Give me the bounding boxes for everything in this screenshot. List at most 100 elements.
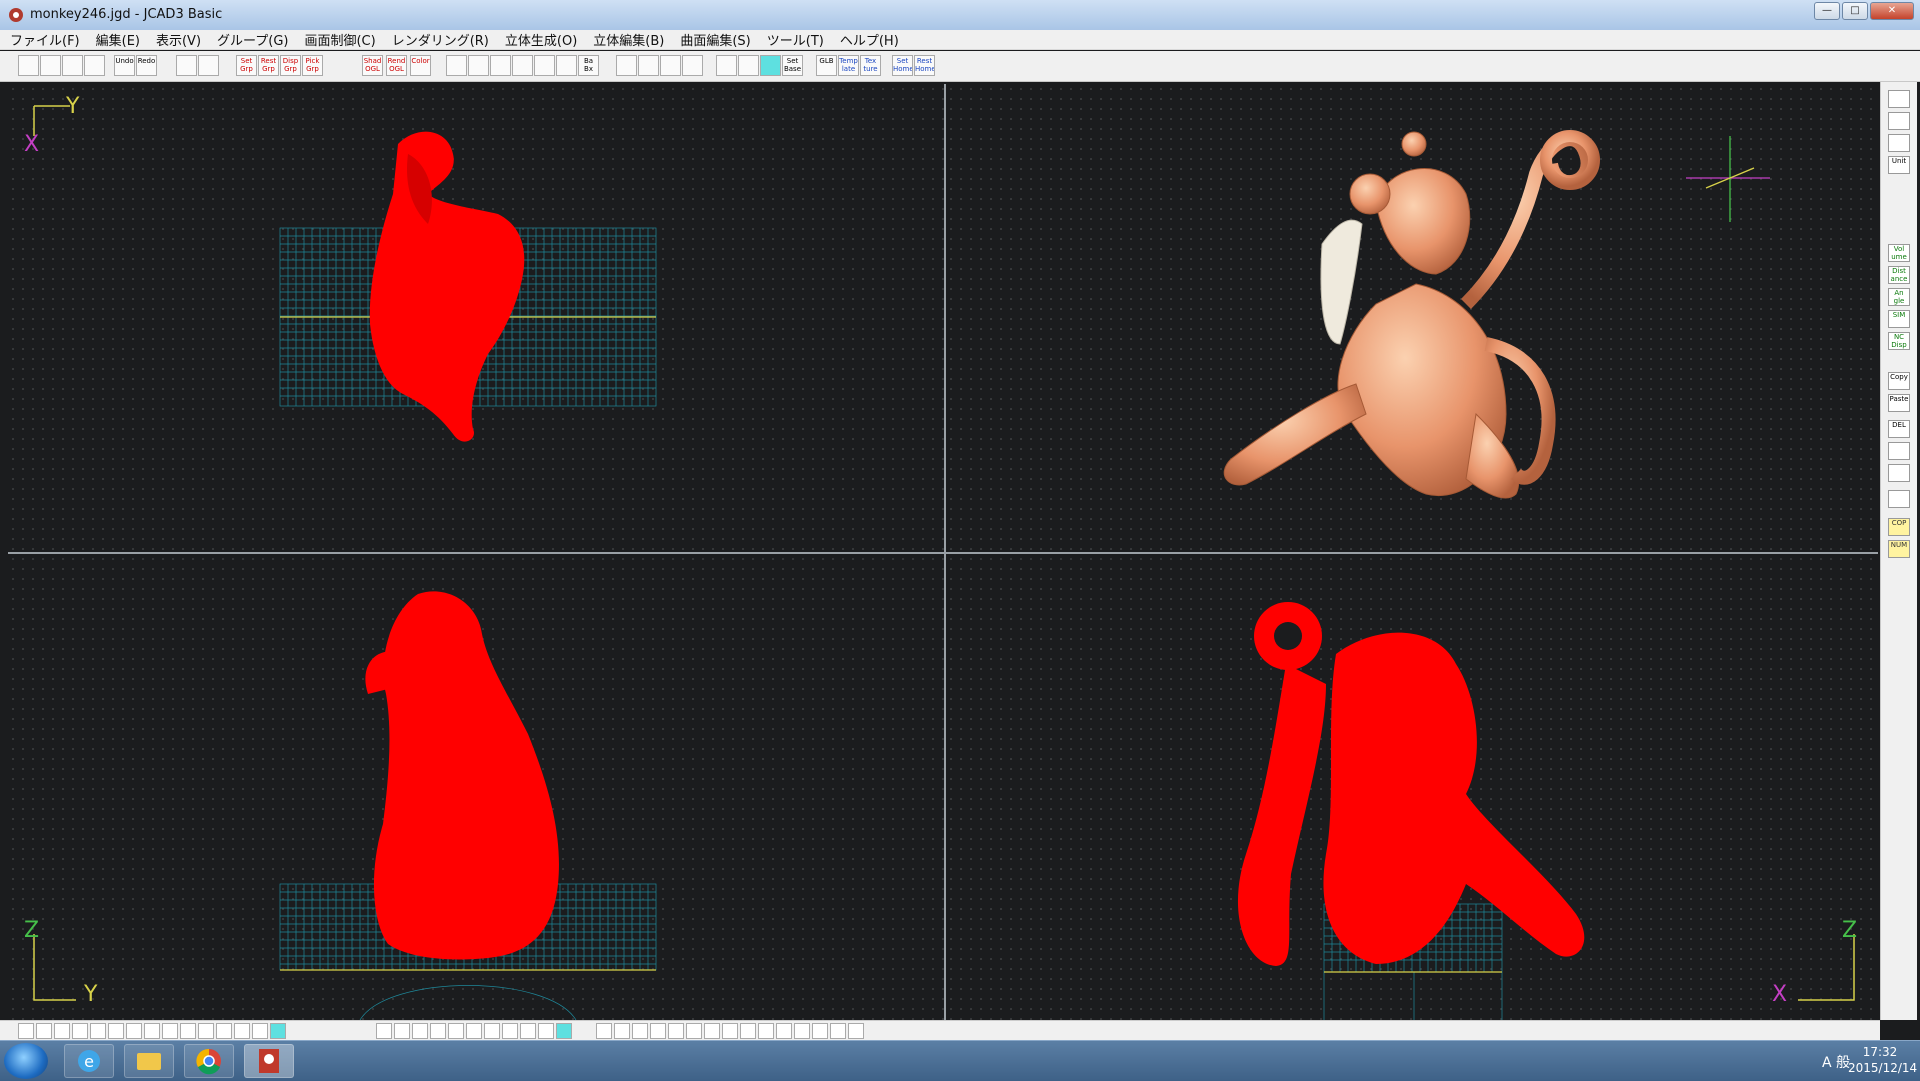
- bottom-tool-25[interactable]: [538, 1023, 554, 1039]
- chrome-icon[interactable]: [184, 1044, 234, 1078]
- paste-button[interactable]: Paste: [1888, 394, 1910, 412]
- bottom-tool-10[interactable]: [180, 1023, 196, 1039]
- bottom-tool-37[interactable]: [776, 1023, 792, 1039]
- bottom-tool-9[interactable]: [162, 1023, 178, 1039]
- clock[interactable]: 17:32 2015/12/14: [1848, 1044, 1917, 1076]
- maximize-button[interactable]: □: [1842, 2, 1868, 20]
- bbox-button[interactable]: Ba Bx: [578, 55, 599, 76]
- bottom-tool-36[interactable]: [758, 1023, 774, 1039]
- group-view-button[interactable]: [176, 55, 197, 76]
- reset-home-button[interactable]: Rest Home: [914, 55, 935, 76]
- bottom-tool-29[interactable]: [632, 1023, 648, 1039]
- zoom-red-2-icon[interactable]: [638, 55, 659, 76]
- bottom-tool-38[interactable]: [794, 1023, 810, 1039]
- divider-horizontal[interactable]: [8, 552, 1878, 554]
- bottom-tool-7[interactable]: [126, 1023, 142, 1039]
- render-ogl-button[interactable]: Rend OGL: [386, 55, 407, 76]
- cop-indicator[interactable]: COP: [1888, 518, 1910, 536]
- tray-ime[interactable]: A 般: [1822, 1052, 1850, 1072]
- bottom-tool-22[interactable]: [484, 1023, 500, 1039]
- set-group-button[interactable]: Set Grp: [236, 55, 257, 76]
- zoom-red-3-icon[interactable]: [660, 55, 681, 76]
- bottom-tool-41[interactable]: [848, 1023, 864, 1039]
- tool-c-button[interactable]: [1888, 490, 1910, 508]
- bottom-tool-31[interactable]: [668, 1023, 684, 1039]
- zoom-red-1-icon[interactable]: [616, 55, 637, 76]
- view-icon-2[interactable]: [1888, 112, 1910, 130]
- bottom-tool-39[interactable]: [812, 1023, 828, 1039]
- bottom-tool-8[interactable]: [144, 1023, 160, 1039]
- delete-button[interactable]: DEL: [1888, 420, 1910, 438]
- bottom-tool-3[interactable]: [54, 1023, 70, 1039]
- bottom-tool-17[interactable]: [394, 1023, 410, 1039]
- reset-group-button[interactable]: Rest Grp: [258, 55, 279, 76]
- zoom-in-icon[interactable]: [446, 55, 467, 76]
- bottom-tool-15[interactable]: [270, 1023, 286, 1039]
- zoom-fit-icon[interactable]: [490, 55, 511, 76]
- pan-hand-icon[interactable]: [556, 55, 577, 76]
- menu-tools[interactable]: ツール(T): [767, 30, 824, 49]
- shade-ogl-button[interactable]: Shad OGL: [362, 55, 383, 76]
- zoom-out-icon[interactable]: [468, 55, 489, 76]
- zoom-red-4-icon[interactable]: [682, 55, 703, 76]
- close-button[interactable]: ✕: [1870, 2, 1914, 20]
- volume-button[interactable]: Vol ume: [1888, 244, 1910, 262]
- open-file-button[interactable]: [40, 55, 61, 76]
- menu-help[interactable]: ヘルプ(H): [840, 30, 899, 49]
- global-button[interactable]: GLB: [816, 55, 837, 76]
- template-button[interactable]: Temp late: [838, 55, 859, 76]
- viewport-front[interactable]: Z X: [946, 554, 1878, 1020]
- bottom-tool-1[interactable]: [18, 1023, 34, 1039]
- bottom-tool-14[interactable]: [252, 1023, 268, 1039]
- viewport-top[interactable]: Y X: [8, 84, 944, 552]
- num-indicator[interactable]: NUM: [1888, 540, 1910, 558]
- zoom-all-icon[interactable]: [534, 55, 555, 76]
- menu-view[interactable]: 表示(V): [156, 30, 201, 49]
- menu-surface-edit[interactable]: 曲面編集(S): [680, 30, 750, 49]
- grid-1-icon[interactable]: [716, 55, 737, 76]
- copy-button[interactable]: Copy: [1888, 372, 1910, 390]
- internet-explorer-icon[interactable]: e: [64, 1044, 114, 1078]
- bottom-tool-6[interactable]: [108, 1023, 124, 1039]
- group-list-button[interactable]: [198, 55, 219, 76]
- nc-disp-button[interactable]: NC Disp: [1888, 332, 1910, 350]
- menu-solid-edit[interactable]: 立体編集(B): [593, 30, 664, 49]
- pick-group-button[interactable]: Pick Grp: [302, 55, 323, 76]
- bottom-tool-18[interactable]: [412, 1023, 428, 1039]
- new-file-button[interactable]: [18, 55, 39, 76]
- minimize-button[interactable]: —: [1814, 2, 1840, 20]
- bottom-tool-12[interactable]: [216, 1023, 232, 1039]
- distance-button[interactable]: Dist ance: [1888, 266, 1910, 284]
- viewport-perspective[interactable]: [946, 84, 1878, 552]
- file-explorer-icon[interactable]: [124, 1044, 174, 1078]
- menu-file[interactable]: ファイル(F): [10, 30, 80, 49]
- set-base-button[interactable]: Set Base: [782, 55, 803, 76]
- menu-edit[interactable]: 編集(E): [96, 30, 140, 49]
- jcad3-taskbar-icon[interactable]: [244, 1044, 294, 1078]
- menu-screen-control[interactable]: 画面制御(C): [304, 30, 375, 49]
- display-group-button[interactable]: Disp Grp: [280, 55, 301, 76]
- viewport-side[interactable]: Z Y: [8, 554, 944, 1020]
- bottom-tool-19[interactable]: [430, 1023, 446, 1039]
- bottom-tool-27[interactable]: [596, 1023, 612, 1039]
- undo-button[interactable]: Undo: [114, 55, 135, 76]
- bottom-tool-13[interactable]: [234, 1023, 250, 1039]
- grid-2-icon[interactable]: [738, 55, 759, 76]
- bottom-tool-16[interactable]: [376, 1023, 392, 1039]
- tool-a-button[interactable]: [1888, 442, 1910, 460]
- redo-button[interactable]: Redo: [136, 55, 157, 76]
- zoom-window-icon[interactable]: [512, 55, 533, 76]
- menu-solid-create[interactable]: 立体生成(O): [505, 30, 577, 49]
- tool-b-button[interactable]: [1888, 464, 1910, 482]
- bottom-tool-35[interactable]: [740, 1023, 756, 1039]
- bottom-tool-23[interactable]: [502, 1023, 518, 1039]
- bottom-tool-28[interactable]: [614, 1023, 630, 1039]
- bottom-tool-20[interactable]: [448, 1023, 464, 1039]
- menu-group[interactable]: グループ(G): [217, 30, 288, 49]
- bottom-tool-2[interactable]: [36, 1023, 52, 1039]
- save-file-button[interactable]: [62, 55, 83, 76]
- bottom-tool-24[interactable]: [520, 1023, 536, 1039]
- bottom-tool-40[interactable]: [830, 1023, 846, 1039]
- print-button[interactable]: [84, 55, 105, 76]
- bottom-tool-11[interactable]: [198, 1023, 214, 1039]
